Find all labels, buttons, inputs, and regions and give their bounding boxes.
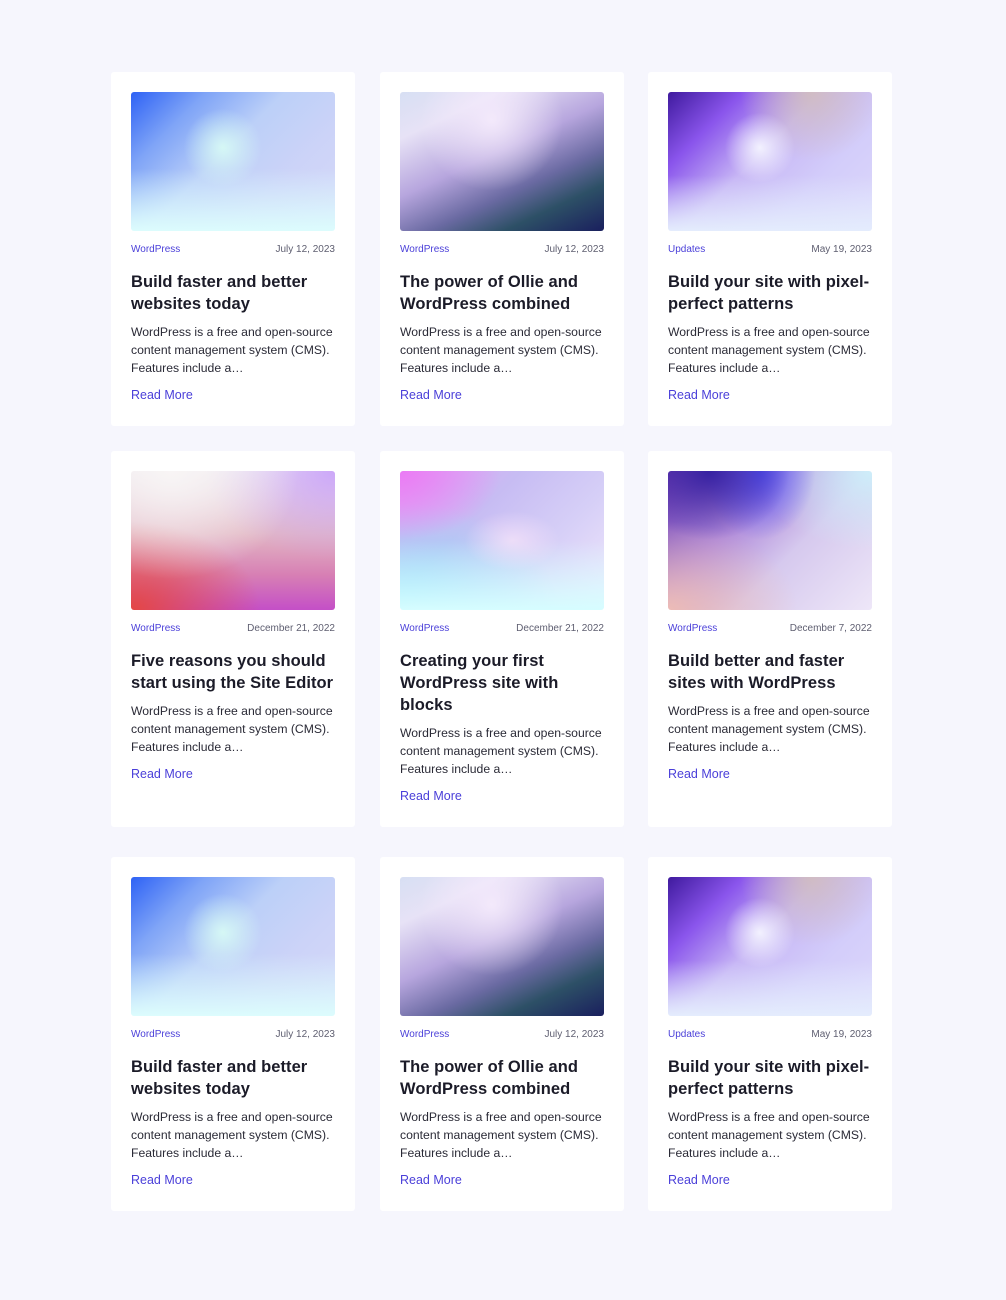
post-category-link[interactable]: WordPress	[400, 1029, 449, 1041]
post-title[interactable]: Build your site with pixel-perfect patte…	[668, 1056, 872, 1100]
post-thumbnail[interactable]	[400, 877, 604, 1016]
post-thumbnail[interactable]	[668, 92, 872, 231]
read-more-link[interactable]: Read More	[668, 1172, 730, 1188]
post-title[interactable]: Build better and faster sites with WordP…	[668, 650, 872, 694]
post-card[interactable]: WordPress July 12, 2023 The power of Oll…	[380, 72, 624, 426]
post-thumbnail[interactable]	[131, 92, 335, 231]
post-category-link[interactable]: WordPress	[131, 623, 180, 635]
post-title[interactable]: Creating your first WordPress site with …	[400, 650, 604, 716]
post-excerpt: WordPress is a free and open-source cont…	[668, 325, 870, 375]
post-category-link[interactable]: Updates	[668, 244, 705, 256]
read-more-link[interactable]: Read More	[400, 387, 462, 403]
post-card[interactable]: WordPress July 12, 2023 Build faster and…	[111, 72, 355, 426]
post-card[interactable]: WordPress July 12, 2023 The power of Oll…	[380, 857, 624, 1211]
post-card[interactable]: WordPress December 21, 2022 Creating you…	[380, 451, 624, 827]
post-title[interactable]: Five reasons you should start using the …	[131, 650, 335, 694]
post-excerpt: WordPress is a free and open-source cont…	[400, 1110, 602, 1160]
post-card[interactable]: Updates May 19, 2023 Build your site wit…	[648, 72, 892, 426]
post-date: July 12, 2023	[275, 244, 336, 255]
read-more-link[interactable]: Read More	[131, 1172, 193, 1188]
read-more-link[interactable]: Read More	[131, 766, 193, 782]
post-title[interactable]: Build faster and better websites today	[131, 1056, 335, 1100]
post-thumbnail[interactable]	[668, 877, 872, 1016]
read-more-link[interactable]: Read More	[668, 766, 730, 782]
post-category-link[interactable]: Updates	[668, 1029, 705, 1041]
post-excerpt: WordPress is a free and open-source cont…	[131, 704, 333, 754]
post-category-link[interactable]: WordPress	[400, 244, 449, 256]
post-title[interactable]: The power of Ollie and WordPress combine…	[400, 271, 604, 315]
read-more-link[interactable]: Read More	[131, 387, 193, 403]
post-title[interactable]: Build faster and better websites today	[131, 271, 335, 315]
post-thumbnail[interactable]	[131, 877, 335, 1016]
post-thumbnail[interactable]	[400, 471, 604, 610]
post-title[interactable]: Build your site with pixel-perfect patte…	[668, 271, 872, 315]
blog-grid-page: { "read_more_label": "Read More", "posts…	[0, 0, 1006, 1300]
post-excerpt: WordPress is a free and open-source cont…	[131, 1110, 333, 1160]
post-date: December 7, 2022	[789, 623, 872, 634]
post-card[interactable]: WordPress December 7, 2022 Build better …	[648, 451, 892, 827]
post-excerpt: WordPress is a free and open-source cont…	[131, 325, 333, 375]
post-category-link[interactable]: WordPress	[131, 244, 180, 256]
post-thumbnail[interactable]	[668, 471, 872, 610]
post-title[interactable]: The power of Ollie and WordPress combine…	[400, 1056, 604, 1100]
read-more-link[interactable]: Read More	[668, 387, 730, 403]
read-more-link[interactable]: Read More	[400, 1172, 462, 1188]
post-date: December 21, 2022	[516, 623, 604, 634]
post-thumbnail[interactable]	[400, 92, 604, 231]
post-date: July 12, 2023	[544, 1029, 605, 1040]
post-card[interactable]: Updates May 19, 2023 Build your site wit…	[648, 857, 892, 1211]
post-excerpt: WordPress is a free and open-source cont…	[668, 704, 870, 754]
post-category-link[interactable]: WordPress	[668, 623, 717, 635]
post-date: May 19, 2023	[811, 244, 872, 255]
post-excerpt: WordPress is a free and open-source cont…	[400, 726, 602, 776]
post-excerpt: WordPress is a free and open-source cont…	[400, 325, 602, 375]
post-category-link[interactable]: WordPress	[400, 623, 449, 635]
post-date: May 19, 2023	[811, 1029, 872, 1040]
post-thumbnail[interactable]	[131, 471, 335, 610]
post-category-link[interactable]: WordPress	[131, 1029, 180, 1041]
post-excerpt: WordPress is a free and open-source cont…	[668, 1110, 870, 1160]
post-date: July 12, 2023	[275, 1029, 336, 1040]
read-more-link[interactable]: Read More	[400, 788, 462, 804]
post-card[interactable]: WordPress July 12, 2023 Build faster and…	[111, 857, 355, 1211]
post-card[interactable]: WordPress December 21, 2022 Five reasons…	[111, 451, 355, 827]
post-date: December 21, 2022	[247, 623, 335, 634]
post-date: July 12, 2023	[544, 244, 605, 255]
